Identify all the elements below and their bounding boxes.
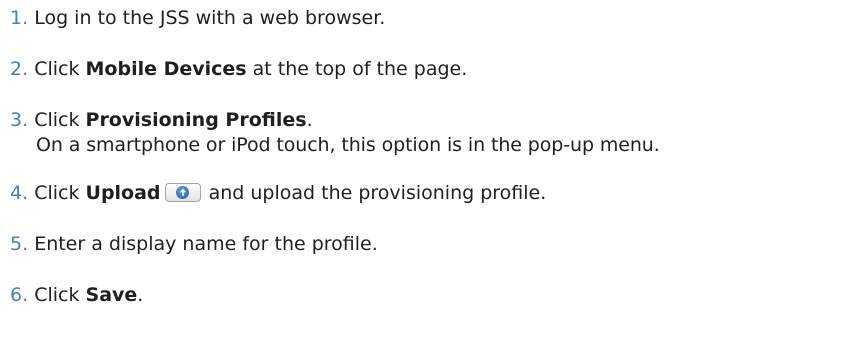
- step-number: 4.: [10, 182, 29, 204]
- step-1: 1. Log in to the JSS with a web browser.: [10, 6, 845, 31]
- step-text: Click: [34, 284, 86, 306]
- step-text: Click: [34, 182, 86, 204]
- step-5: 5. Enter a display name for the profile.: [10, 232, 845, 257]
- step-3: 3. Click Provisioning Profiles. On a sma…: [10, 108, 845, 158]
- ui-label-upload: Upload: [85, 182, 161, 204]
- step-text: .: [306, 109, 313, 131]
- step-text: Click: [34, 109, 86, 131]
- ui-label-provisioning-profiles: Provisioning Profiles: [85, 109, 307, 131]
- step-text: Enter a display name for the profile.: [34, 233, 378, 255]
- step-number: 2.: [10, 58, 29, 80]
- upload-arrow-icon: [164, 183, 201, 202]
- step-text: at the top of the page.: [246, 58, 468, 80]
- instruction-steps: 1. Log in to the JSS with a web browser.…: [10, 6, 845, 334]
- step-4: 4. Click Upload and upload the provision…: [10, 181, 845, 206]
- step-text: and upload the provisioning profile.: [202, 182, 547, 204]
- ui-label-save: Save: [85, 284, 138, 306]
- step-2: 2. Click Mobile Devices at the top of th…: [10, 57, 845, 82]
- step-number: 5.: [10, 233, 29, 255]
- ui-label-mobile-devices: Mobile Devices: [85, 58, 247, 80]
- step-number: 3.: [10, 109, 29, 131]
- step-6: 6. Click Save.: [10, 283, 845, 308]
- step-text: .: [137, 284, 144, 306]
- step-text: Click: [34, 58, 86, 80]
- step-number: 1.: [10, 7, 29, 29]
- step-note: On a smartphone or iPod touch, this opti…: [36, 134, 660, 156]
- step-text: Log in to the JSS with a web browser.: [34, 7, 386, 29]
- step-number: 6.: [10, 284, 29, 306]
